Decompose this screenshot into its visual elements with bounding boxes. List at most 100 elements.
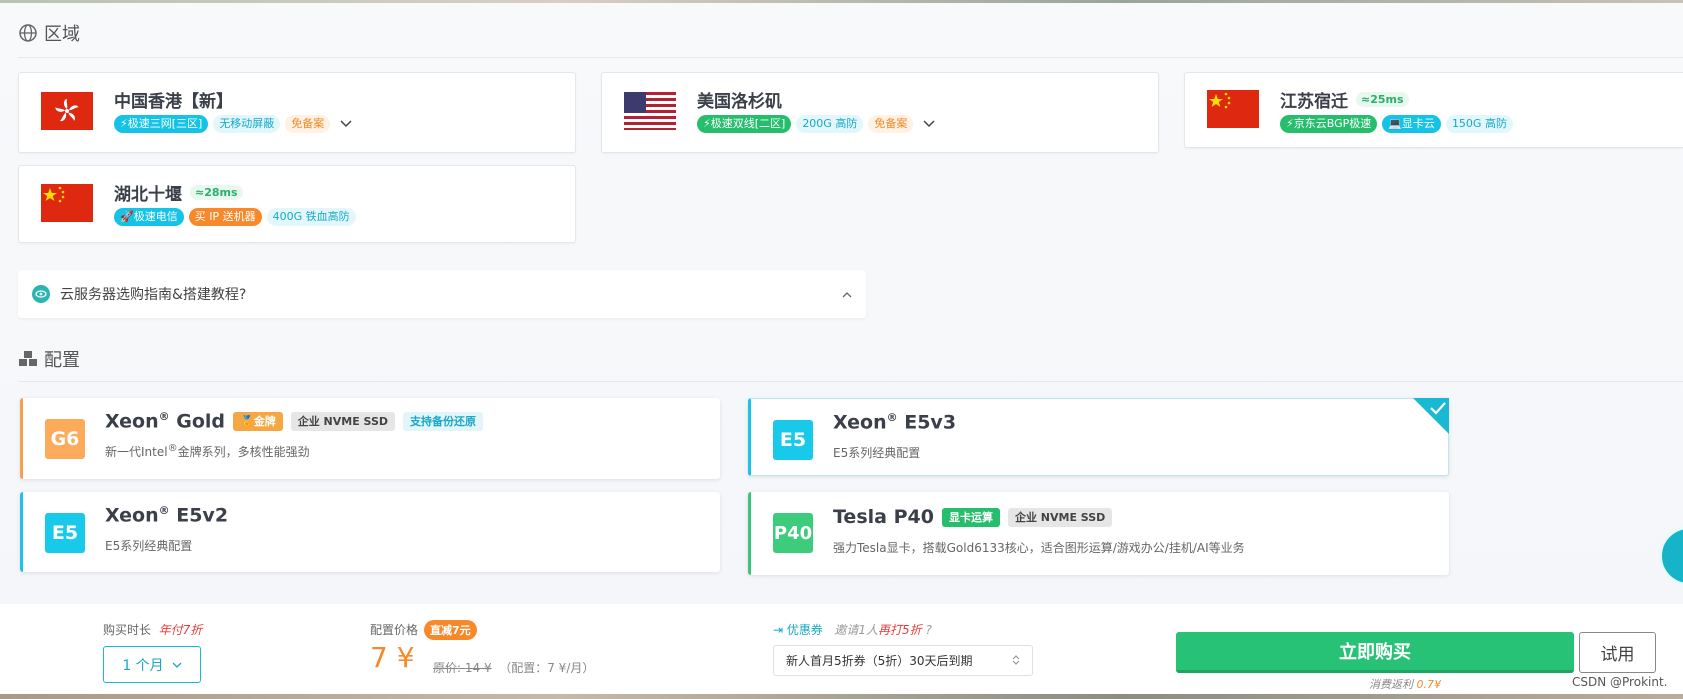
region-name-text: 美国洛杉矶 xyxy=(697,92,782,112)
page: 区域 中国香港【新】 ⚡极速三网[三区] 无移动屏蔽 免备案 美国洛杉矶 ⚡极速… xyxy=(0,0,1683,699)
coupon-value: 新人首月5折券（5折）30天后到期 xyxy=(786,654,973,668)
buy-now-button[interactable]: 立即购买 xyxy=(1176,632,1574,673)
chevron-down-icon[interactable] xyxy=(339,117,353,131)
region-card-losangeles[interactable]: 美国洛杉矶 ⚡极速双线[二区] 200G 高防 免备案 xyxy=(601,72,1159,153)
region-name: 湖北十堰 ≈28ms xyxy=(114,180,243,205)
region-tag: 买 IP 送机器 xyxy=(188,208,262,226)
config-card-e5v2[interactable]: E5 Xeon® E5v2 E5系列经典配置 xyxy=(20,492,720,572)
region-tags: ⚡京东云BGP极速 💻显卡云 150G 高防 xyxy=(1280,115,1513,133)
config-section-label: 配置 xyxy=(44,350,80,371)
coupon-invite: 邀请1人 xyxy=(834,623,878,637)
coupon-icon: ⇥ xyxy=(773,623,784,637)
customer-service-bubble[interactable] xyxy=(1659,526,1683,586)
region-tag: ⚡京东云BGP极速 xyxy=(1280,115,1378,133)
china-flag-icon xyxy=(41,184,93,222)
region-tag: 400G 铁血高防 xyxy=(266,208,356,226)
rebate-value: 0.7¥ xyxy=(1416,678,1442,691)
region-tag: 免备案 xyxy=(868,115,914,133)
region-name: 中国香港【新】 xyxy=(114,87,233,112)
config-tag: 🏅金牌 xyxy=(233,411,283,431)
background-bottom-strip xyxy=(0,694,1683,699)
region-card-jiangsu[interactable]: 江苏宿迁 ≈25ms ⚡京东云BGP极速 💻显卡云 150G 高防 xyxy=(1184,72,1683,148)
config-tag: 企业 NVME SSD xyxy=(290,411,396,431)
region-section-label: 区域 xyxy=(44,24,80,45)
region-tag: ⚡极速双线[二区] xyxy=(697,115,792,133)
config-name-text: Xeon xyxy=(105,504,159,527)
region-card-hongkong[interactable]: 中国香港【新】 ⚡极速三网[三区] 无移动屏蔽 免备案 xyxy=(18,72,576,153)
ping-badge: ≈28ms xyxy=(190,185,243,200)
help-icon[interactable]: ? xyxy=(925,623,931,637)
region-card-hubei[interactable]: 湖北十堰 ≈28ms 🚀极速电信 买 IP 送机器 400G 铁血高防 xyxy=(18,165,576,243)
config-badge: G6 xyxy=(45,419,85,459)
config-card-p40[interactable]: P40 Tesla P40 显卡运算 企业 NVME SSD 强力Tesla显卡… xyxy=(748,492,1449,575)
cubes-icon xyxy=(18,349,38,369)
config-badge: E5 xyxy=(773,420,813,460)
config-desc: E5系列经典配置 xyxy=(833,446,921,460)
divider xyxy=(18,381,1683,382)
config-desc-text: 新一代Intel xyxy=(105,445,168,459)
config-desc: 新一代Intel®金牌系列，多核性能强劲 xyxy=(105,443,310,460)
price-original-label: 原价: xyxy=(433,661,462,675)
background-top-strip xyxy=(0,0,1683,3)
guide-text: 云服务器选购指南&搭建教程? xyxy=(60,287,247,303)
region-tag: ⚡极速三网[三区] xyxy=(114,115,209,133)
watermark: CSDN @Prokint. xyxy=(1572,675,1668,689)
trial-button[interactable]: 试用 xyxy=(1579,632,1656,673)
config-card-e5v3[interactable]: E5 Xeon® E5v3 E5系列经典配置 xyxy=(748,398,1449,476)
price-original: 原价: 14 ¥ （配置：7 ¥/月） xyxy=(433,659,594,676)
region-section-title: 区域 xyxy=(18,20,80,46)
duration-label: 购买时长 年付7折 xyxy=(103,621,202,638)
region-tags: ⚡极速三网[三区] 无移动屏蔽 免备案 xyxy=(114,115,353,133)
region-tag: 无移动屏蔽 xyxy=(213,115,281,133)
config-name-suffix: E5v2 xyxy=(176,504,229,527)
config-desc: 强力Tesla显卡，搭载Gold6133核心，适合图形运算/游戏办公/挂机/AI… xyxy=(833,541,1245,555)
region-name: 江苏宿迁 ≈25ms xyxy=(1280,87,1409,112)
region-name: 美国洛杉矶 xyxy=(697,87,782,112)
price-config: （配置：7 ¥/月） xyxy=(499,661,595,675)
coupon-select[interactable]: 新人首月5折券（5折）30天后到期 xyxy=(773,645,1033,676)
region-name-text: 湖北十堰 xyxy=(114,185,182,205)
chevron-down-icon[interactable] xyxy=(922,117,936,131)
region-name-text: 江苏宿迁 xyxy=(1280,92,1348,112)
coupon-label-text: 优惠券 xyxy=(786,623,823,637)
config-name-text: Tesla P40 xyxy=(833,506,934,528)
ping-badge: ≈25ms xyxy=(1356,92,1409,107)
config-card-gold[interactable]: G6 Xeon® Gold 🏅金牌 企业 NVME SSD 支持备份还原 新一代… xyxy=(20,398,720,479)
region-tags: ⚡极速双线[二区] 200G 高防 免备案 xyxy=(697,115,936,133)
config-desc-text: 金牌系列，多核性能强劲 xyxy=(177,445,310,459)
duration-promo: 年付7折 xyxy=(158,623,203,637)
price-original-value: 14 ¥ xyxy=(464,661,492,675)
config-tag: 企业 NVME SSD xyxy=(1007,507,1113,527)
rebate-info: 消费返利 0.7¥ xyxy=(1369,676,1441,692)
china-flag-icon xyxy=(1207,90,1259,128)
config-tag: 支持备份还原 xyxy=(403,411,484,431)
price-promo-badge: 直减7元 xyxy=(424,620,477,640)
duration-label-text: 购买时长 xyxy=(103,623,152,637)
config-name: Xeon® E5v2 xyxy=(105,504,228,526)
config-tag: 显卡运算 xyxy=(941,507,1000,527)
region-tag: 200G 高防 xyxy=(796,115,864,133)
chevron-down-icon xyxy=(172,657,182,673)
config-badge: P40 xyxy=(773,513,813,553)
duration-select[interactable]: 1 个月 xyxy=(103,646,201,683)
registered-mark: ® xyxy=(167,443,178,454)
chevron-up-icon[interactable] xyxy=(842,286,852,302)
rebate-label: 消费返利 xyxy=(1369,678,1413,691)
coupon-label: ⇥ 优惠券 邀请1人再打5折 ? xyxy=(773,621,932,638)
config-name: Xeon® Gold 🏅金牌 企业 NVME SSD 支持备份还原 xyxy=(105,410,484,432)
config-name: Tesla P40 显卡运算 企业 NVME SSD xyxy=(833,506,1113,528)
globe-icon xyxy=(18,23,38,43)
price-label: 配置价格 直减7元 xyxy=(370,620,477,640)
divider xyxy=(18,57,1683,58)
guide-collapse[interactable]: 云服务器选购指南&搭建教程? xyxy=(18,270,866,318)
registered-mark: ® xyxy=(886,411,898,424)
price-value: 7 ¥ xyxy=(370,641,415,674)
sort-arrows-icon xyxy=(1012,654,1020,669)
region-name-text: 中国香港【新】 xyxy=(114,92,233,112)
registered-mark: ® xyxy=(158,410,170,423)
config-badge: E5 xyxy=(45,513,85,553)
config-desc: E5系列经典配置 xyxy=(105,539,193,553)
config-section-title: 配置 xyxy=(18,346,80,372)
hongkong-flag-icon xyxy=(41,92,93,130)
duration-value: 1 个月 xyxy=(122,657,164,674)
